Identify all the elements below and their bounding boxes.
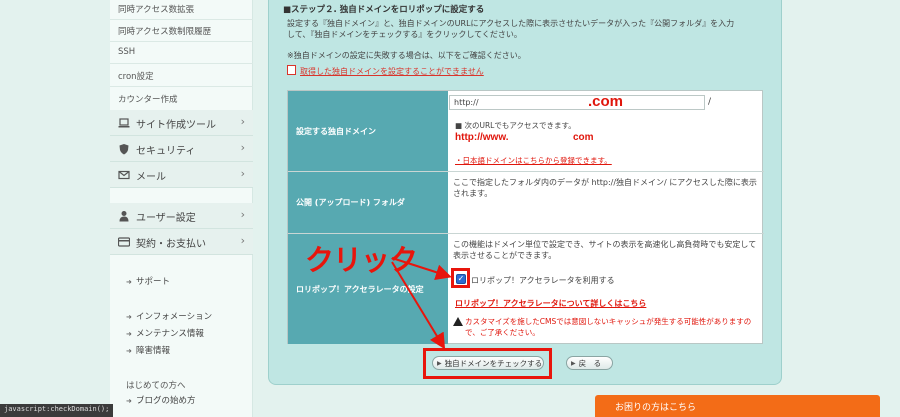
- maintenance-label: メンテナンス情報: [136, 329, 204, 339]
- chevron-right-icon: ›: [240, 234, 245, 247]
- shield-icon: [119, 144, 129, 155]
- laptop-icon: [118, 118, 130, 128]
- document-icon: [287, 65, 296, 75]
- access-note: ■ 次のURLでもアクセスできます。: [455, 121, 576, 130]
- domain-value: .com: [588, 93, 624, 110]
- beginner-heading: はじめての方へ: [126, 381, 186, 391]
- sidebar-item-label: 契約・お支払い: [136, 239, 206, 250]
- accel-description: この機能はドメイン単位で設定でき、サイトの表示を高速化し高負荷時でも安定して表示…: [453, 240, 757, 260]
- domain-prefix: http://: [454, 98, 479, 107]
- outage-label: 障害情報: [136, 346, 171, 356]
- folder-label: 公開 (アップロード) フォルダ: [296, 198, 405, 207]
- alt-url-suffix: com: [573, 132, 594, 143]
- sidebar-item-security[interactable]: セキュリティ ›: [110, 136, 253, 162]
- info-label: インフォメーション: [136, 312, 213, 322]
- info-link[interactable]: ➜ インフォメーション: [126, 310, 212, 322]
- sidebar-sub-item[interactable]: SSH: [118, 47, 135, 57]
- button-highlight-box: [423, 348, 552, 379]
- sidebar-item-user-settings[interactable]: ユーザー設定 ›: [110, 203, 253, 229]
- user-icon: [119, 211, 129, 222]
- chevron-right-icon: ›: [240, 208, 245, 221]
- click-annotation: クリック: [305, 243, 418, 277]
- sidebar-item-label: セキュリティ: [136, 146, 196, 157]
- folder-description: ここで指定したフォルダ内のデータが http://独自ドメイン/ にアクセスした…: [453, 178, 757, 198]
- left-gutter: [0, 0, 110, 417]
- mail-icon: [118, 170, 130, 180]
- sidebar-item-billing[interactable]: 契約・お支払い ›: [110, 229, 253, 255]
- accel-checkbox-label[interactable]: ロリポップ！アクセラレータを利用する: [471, 275, 615, 286]
- domain-suffix: /: [708, 97, 712, 107]
- chevron-right-icon: ›: [240, 167, 245, 180]
- sidebar-item-label: サイト作成ツール: [136, 120, 216, 131]
- step-description: 設定する『独自ドメイン』と、独自ドメインのURLにアクセスした際に表示させたいデ…: [287, 19, 735, 28]
- sidebar: 同時アクセス数拡張 同時アクセス数制限履歴 SSH cron設定 カウンター作成…: [110, 0, 253, 417]
- support-label: サポート: [136, 277, 171, 287]
- play-icon: ▶: [571, 359, 576, 367]
- sidebar-sub-item[interactable]: 同時アクセス数拡張: [118, 3, 194, 15]
- maintenance-link[interactable]: ➜ メンテナンス情報: [126, 327, 204, 339]
- jp-domain-link[interactable]: ・日本語ドメインはこちらから登録できます。: [455, 155, 612, 166]
- accel-label: ロリポップ！アクセラレータの設定: [296, 284, 424, 294]
- sidebar-sub-item[interactable]: 同時アクセス数制限履歴: [118, 25, 211, 37]
- blog-start-label: ブログの始め方: [136, 396, 196, 406]
- divider: [110, 41, 253, 42]
- warning-icon: [453, 317, 463, 326]
- back-button[interactable]: ▶ 戻 る: [566, 356, 613, 370]
- sidebar-sub-item[interactable]: カウンター作成: [118, 93, 178, 105]
- divider: [110, 19, 253, 20]
- domain-label-cell: 設定する独自ドメイン: [288, 91, 448, 171]
- sidebar-sub-item[interactable]: cron設定: [118, 70, 154, 82]
- sidebar-item-site-tools[interactable]: サイト作成ツール ›: [110, 110, 253, 136]
- status-bar-url: javascript:checkDomain();: [0, 404, 114, 417]
- arrow-right-icon: ➜: [126, 313, 132, 321]
- arrow-right-icon: ➜: [126, 278, 132, 286]
- accel-detail-link[interactable]: ロリポップ！アクセラレータについて詳しくはこちら: [455, 298, 646, 309]
- divider: [110, 63, 253, 64]
- sidebar-item-mail[interactable]: メール ›: [110, 162, 253, 188]
- checkbox-highlight-box: [451, 268, 470, 288]
- step-description: して、『独自ドメインをチェックする』をクリックしてください。: [287, 30, 522, 39]
- step-title: ■ステップ２. 独自ドメインをロリポップに設定する: [283, 5, 485, 15]
- domain-input[interactable]: http://: [449, 95, 705, 110]
- sidebar-item-label: メール: [136, 172, 166, 183]
- blog-start-link[interactable]: ➜ ブログの始め方: [126, 394, 196, 406]
- help-banner[interactable]: お困りの方はこちら: [595, 395, 880, 417]
- arrow-right-icon: ➜: [126, 397, 132, 405]
- help-link[interactable]: 取得した独自ドメインを設定することができません: [300, 66, 484, 77]
- sidebar-item-label: ユーザー設定: [136, 213, 196, 224]
- folder-label-cell: 公開 (アップロード) フォルダ: [288, 172, 448, 233]
- credit-card-icon: [118, 237, 130, 247]
- chevron-right-icon: ›: [240, 141, 245, 154]
- back-label: 戻 る: [578, 358, 602, 368]
- outage-link[interactable]: ➜ 障害情報: [126, 344, 170, 356]
- divider: [110, 86, 253, 87]
- support-link[interactable]: ➜ サポート: [126, 275, 170, 287]
- redacted-domain: [482, 97, 582, 108]
- domain-label: 設定する独自ドメイン: [296, 126, 376, 136]
- arrow-right-icon: ➜: [126, 347, 132, 355]
- alt-url-prefix: http://www.: [455, 132, 509, 143]
- fail-note: ※独自ドメインの設定に失敗する場合は、以下をご確認ください。: [287, 51, 526, 60]
- arrow-right-icon: ➜: [126, 330, 132, 338]
- chevron-right-icon: ›: [240, 115, 245, 128]
- warning-text: カスタマイズを施したCMSでは意図しないキャッシュが発生する可能性がありますので…: [465, 317, 752, 337]
